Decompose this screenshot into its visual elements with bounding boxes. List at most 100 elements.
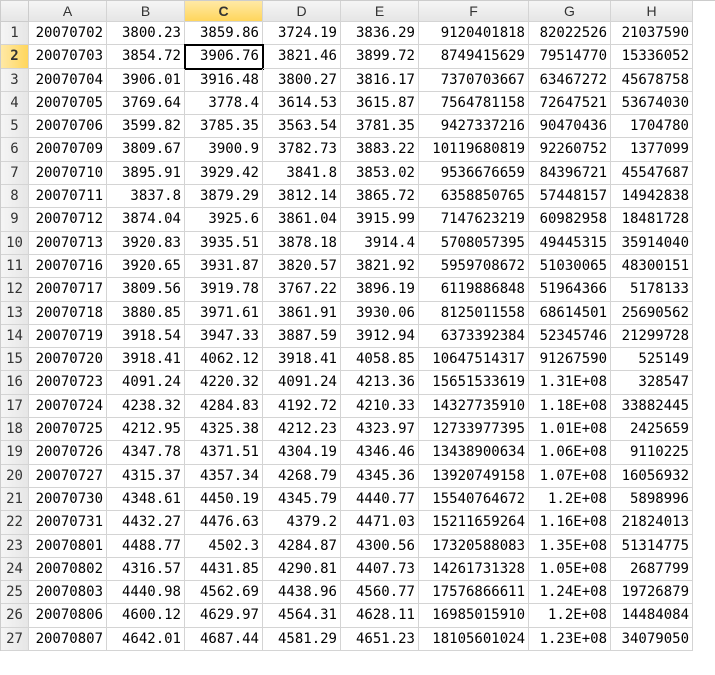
cell[interactable]: 4315.37 — [107, 465, 185, 488]
cell[interactable]: 63467272 — [529, 69, 611, 92]
cell[interactable]: 3816.17 — [341, 69, 419, 92]
cell[interactable]: 3854.72 — [107, 45, 185, 68]
cell[interactable]: 4357.34 — [185, 465, 263, 488]
cell[interactable]: 15336052 — [611, 45, 693, 68]
row-header-3[interactable]: 3 — [1, 69, 29, 92]
row-header-21[interactable]: 21 — [1, 488, 29, 511]
cell[interactable]: 3883.22 — [341, 138, 419, 161]
cell[interactable]: 4379.2 — [263, 511, 341, 534]
cell[interactable]: 3912.94 — [341, 325, 419, 348]
cell[interactable]: 3769.64 — [107, 92, 185, 115]
col-header-H[interactable]: H — [611, 1, 693, 22]
cell[interactable]: 3820.57 — [263, 255, 341, 278]
cell[interactable]: 4562.69 — [185, 581, 263, 604]
cell[interactable]: 20070702 — [29, 22, 107, 45]
cell[interactable]: 5178133 — [611, 278, 693, 301]
cell[interactable]: 3836.29 — [341, 22, 419, 45]
cell[interactable]: 3900.9 — [185, 138, 263, 161]
col-header-E[interactable]: E — [341, 1, 419, 22]
cell[interactable]: 4213.36 — [341, 371, 419, 394]
row-header-10[interactable]: 10 — [1, 232, 29, 255]
cell[interactable]: 3915.99 — [341, 208, 419, 231]
col-header-D[interactable]: D — [263, 1, 341, 22]
cell[interactable]: 8749415629 — [419, 45, 529, 68]
cell[interactable]: 10119680819 — [419, 138, 529, 161]
cell[interactable]: 51314775 — [611, 535, 693, 558]
cell[interactable]: 3914.4 — [341, 232, 419, 255]
cell[interactable]: 68614501 — [529, 302, 611, 325]
cell[interactable]: 3821.46 — [263, 45, 341, 68]
cell[interactable]: 328547 — [611, 371, 693, 394]
cell[interactable]: 17320588083 — [419, 535, 529, 558]
cell[interactable]: 21037590 — [611, 22, 693, 45]
cell[interactable]: 3895.91 — [107, 162, 185, 185]
cell[interactable]: 20070727 — [29, 465, 107, 488]
cell[interactable]: 4438.96 — [263, 581, 341, 604]
cell[interactable]: 15540764672 — [419, 488, 529, 511]
cell[interactable]: 4192.72 — [263, 395, 341, 418]
cell[interactable]: 3874.04 — [107, 208, 185, 231]
cell[interactable]: 4290.81 — [263, 558, 341, 581]
cell[interactable]: 45678758 — [611, 69, 693, 92]
cell[interactable]: 3812.14 — [263, 185, 341, 208]
cell[interactable]: 51030065 — [529, 255, 611, 278]
cell[interactable]: 3865.72 — [341, 185, 419, 208]
row-header-5[interactable]: 5 — [1, 115, 29, 138]
cell[interactable]: 20070807 — [29, 628, 107, 651]
cell[interactable]: 1.31E+08 — [529, 371, 611, 394]
cell[interactable]: 3930.06 — [341, 302, 419, 325]
select-all-corner[interactable] — [1, 1, 29, 22]
cell[interactable]: 20070806 — [29, 604, 107, 627]
cell[interactable]: 3800.23 — [107, 22, 185, 45]
cell[interactable]: 84396721 — [529, 162, 611, 185]
cell[interactable]: 17576866611 — [419, 581, 529, 604]
cell[interactable]: 3929.42 — [185, 162, 263, 185]
cell[interactable]: 4345.36 — [341, 465, 419, 488]
cell[interactable]: 4347.78 — [107, 441, 185, 464]
col-header-A[interactable]: A — [29, 1, 107, 22]
row-header-26[interactable]: 26 — [1, 604, 29, 627]
cell[interactable]: 3918.41 — [263, 348, 341, 371]
cell[interactable]: 4091.24 — [107, 371, 185, 394]
cell[interactable]: 34079050 — [611, 628, 693, 651]
cell[interactable]: 48300151 — [611, 255, 693, 278]
cell[interactable]: 21824013 — [611, 511, 693, 534]
cell[interactable]: 4628.11 — [341, 604, 419, 627]
cell[interactable]: 14484084 — [611, 604, 693, 627]
cell[interactable]: 20070803 — [29, 581, 107, 604]
cell[interactable]: 3920.65 — [107, 255, 185, 278]
cell[interactable]: 4325.38 — [185, 418, 263, 441]
cell[interactable]: 3821.92 — [341, 255, 419, 278]
cell[interactable]: 20070720 — [29, 348, 107, 371]
cell[interactable]: 1.06E+08 — [529, 441, 611, 464]
cell[interactable]: 92260752 — [529, 138, 611, 161]
cell[interactable]: 20070719 — [29, 325, 107, 348]
cell[interactable]: 18105601024 — [419, 628, 529, 651]
cell[interactable]: 3778.4 — [185, 92, 263, 115]
cell[interactable]: 3896.19 — [341, 278, 419, 301]
cell[interactable]: 15651533619 — [419, 371, 529, 394]
cell[interactable]: 20070710 — [29, 162, 107, 185]
cell[interactable]: 20070709 — [29, 138, 107, 161]
cell[interactable]: 4304.19 — [263, 441, 341, 464]
cell[interactable]: 2687799 — [611, 558, 693, 581]
cell[interactable]: 1.16E+08 — [529, 511, 611, 534]
cell[interactable]: 20070706 — [29, 115, 107, 138]
cell[interactable]: 6373392384 — [419, 325, 529, 348]
cell[interactable]: 20070724 — [29, 395, 107, 418]
cell[interactable]: 4600.12 — [107, 604, 185, 627]
cell[interactable]: 9120401818 — [419, 22, 529, 45]
cell[interactable]: 4220.32 — [185, 371, 263, 394]
cell[interactable]: 9536676659 — [419, 162, 529, 185]
cell[interactable]: 57448157 — [529, 185, 611, 208]
cell[interactable]: 5898996 — [611, 488, 693, 511]
col-header-F[interactable]: F — [419, 1, 529, 22]
cell[interactable]: 4471.03 — [341, 511, 419, 534]
cell[interactable]: 4238.32 — [107, 395, 185, 418]
cell[interactable]: 51964366 — [529, 278, 611, 301]
row-header-9[interactable]: 9 — [1, 208, 29, 231]
col-header-C[interactable]: C — [185, 1, 263, 22]
row-header-7[interactable]: 7 — [1, 162, 29, 185]
row-header-22[interactable]: 22 — [1, 511, 29, 534]
cell[interactable]: 3919.78 — [185, 278, 263, 301]
